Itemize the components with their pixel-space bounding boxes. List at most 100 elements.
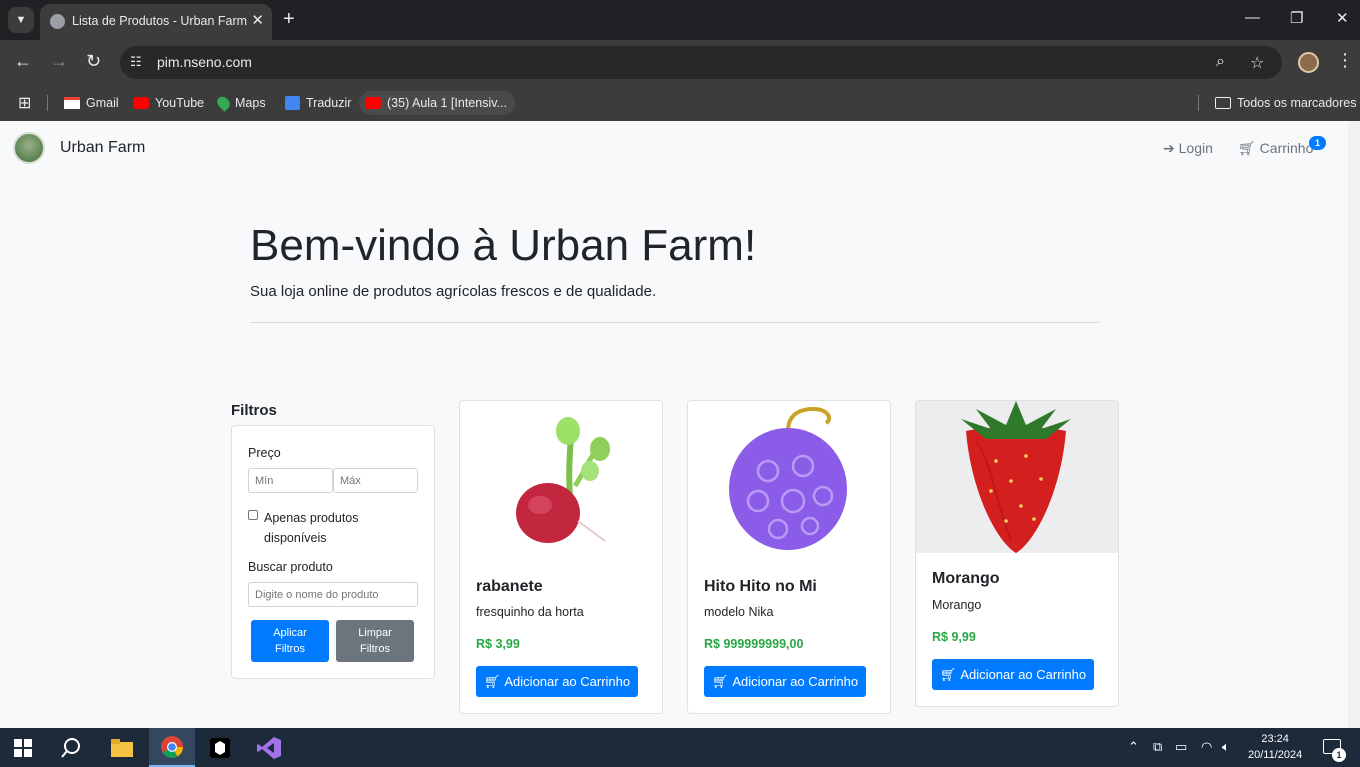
wifi-icon[interactable]: ◠ (1201, 739, 1212, 755)
forward-icon[interactable]: → (50, 51, 68, 72)
add-to-cart-button[interactable]: 🛒︎ Adicionar ao Carrinho (476, 666, 638, 697)
close-tab-icon[interactable]: ✕ (251, 11, 264, 29)
product-card: rabanete fresquinho da horta R$ 3,99 🛒︎ … (459, 400, 663, 714)
close-window-button[interactable]: ✕ (1336, 9, 1349, 27)
reload-icon[interactable]: ↻ (86, 51, 101, 72)
search-icon (61, 737, 80, 758)
apps-grid-icon[interactable]: ⊞ (18, 91, 31, 115)
sign-in-icon: ➔ (1163, 140, 1175, 156)
product-price: R$ 999999999,00 (704, 637, 804, 651)
bookmark-label: Traduzir (306, 96, 352, 110)
browser-menu-icon[interactable]: ⋮ (1336, 50, 1354, 71)
search-button[interactable] (48, 728, 94, 767)
notification-count-badge: 1 (1332, 748, 1346, 762)
product-price: R$ 3,99 (476, 637, 520, 651)
page-content: Urban Farm ➔ Login 🛒︎ Carrinho 1 Bem-vin… (0, 121, 1348, 728)
product-image (916, 401, 1118, 553)
terminal-app-button[interactable] (197, 728, 243, 767)
clock-date: 20/11/2024 (1248, 749, 1303, 761)
hero-subtitle: Sua loja online de produtos agrícolas fr… (250, 283, 657, 300)
restore-button[interactable]: ❐ (1290, 9, 1303, 27)
urban-farm-logo[interactable] (13, 132, 45, 164)
gmail-icon (64, 97, 80, 109)
bookmark-maps[interactable]: Maps (214, 91, 266, 115)
login-link[interactable]: ➔ Login (1163, 140, 1213, 157)
tab-search-button[interactable]: ▼ (8, 7, 34, 33)
start-button[interactable] (0, 728, 46, 767)
translate-icon (285, 96, 300, 110)
address-bar[interactable]: ☷ pim.nseno.com ⌕ ☆ (120, 46, 1282, 79)
battery-icon[interactable]: ▭ (1175, 739, 1187, 755)
bookmark-star-icon[interactable]: ☆ (1250, 53, 1264, 73)
site-info-icon[interactable]: ☷ (130, 54, 142, 70)
cart-icon: 🛒︎ (483, 673, 501, 689)
product-description: fresquinho da horta (476, 605, 584, 619)
product-description: modelo Nika (704, 605, 774, 619)
filters-panel: Preço Apenas produtos disponíveis Buscar… (231, 425, 435, 679)
folder-icon (111, 738, 133, 757)
bookmark-gmail[interactable]: Gmail (64, 91, 119, 115)
chrome-icon (161, 735, 183, 758)
windows-icon (14, 738, 32, 757)
new-tab-button[interactable]: + (283, 8, 295, 31)
profile-avatar[interactable] (1298, 52, 1319, 73)
bookmark-label: Maps (235, 96, 266, 110)
cart-icon: 🛒︎ (1238, 140, 1256, 156)
product-card: Morango Morango R$ 9,99 🛒︎ Adicionar ao … (915, 400, 1119, 707)
bookmark-youtube[interactable]: YouTube (133, 91, 204, 115)
minimize-button[interactable]: — (1245, 9, 1260, 26)
terminal-icon (210, 737, 230, 758)
price-label: Preço (248, 446, 281, 460)
chevron-up-icon[interactable]: ⌃ (1128, 739, 1139, 755)
chrome-button[interactable] (149, 728, 195, 767)
product-card: Hito Hito no Mi modelo Nika R$ 999999999… (687, 400, 891, 714)
navbar-brand[interactable]: Urban Farm (60, 139, 145, 157)
maps-icon (214, 94, 233, 112)
clock-time: 23:24 (1261, 733, 1289, 745)
bookmark-translate[interactable]: Traduzir (285, 91, 351, 115)
back-icon[interactable]: ← (14, 51, 32, 72)
file-explorer-button[interactable] (99, 728, 145, 767)
hero-title: Bem-vindo à Urban Farm! (250, 221, 757, 270)
cart-count-badge: 1 (1309, 136, 1326, 150)
all-bookmarks-label: Todos os marcadores (1237, 96, 1357, 110)
url-text[interactable]: pim.nseno.com (157, 54, 252, 70)
bookmark-aula[interactable]: (35) Aula 1 [Intensiv... (359, 91, 515, 115)
divider (250, 322, 1099, 323)
browser-tab[interactable]: Lista de Produtos - Urban Farm ✕ (40, 4, 272, 40)
bookmark-label: Gmail (86, 96, 119, 110)
system-clock[interactable]: 23:24 20/11/2024 (1248, 731, 1302, 763)
product-description: Morango (932, 598, 982, 612)
bookmark-divider (47, 95, 48, 111)
clear-filters-button[interactable]: Limpar Filtros (336, 620, 414, 662)
visual-studio-icon (257, 736, 281, 759)
zoom-icon[interactable]: ⌕ (1216, 53, 1225, 71)
product-price: R$ 9,99 (932, 630, 976, 644)
product-search-input[interactable] (248, 582, 418, 607)
product-image (460, 401, 662, 553)
product-image (688, 401, 890, 553)
filters-heading: Filtros (231, 402, 277, 419)
page-scrollbar[interactable] (1348, 121, 1360, 728)
product-name: Hito Hito no Mi (704, 578, 817, 595)
add-to-cart-button[interactable]: 🛒︎ Adicionar ao Carrinho (932, 659, 1094, 690)
browser-toolbar: ← → ↻ ☷ pim.nseno.com ⌕ ☆ ⋮ (0, 40, 1360, 85)
bookmark-label: (35) Aula 1 [Intensiv... (387, 96, 507, 110)
apply-filters-button[interactable]: Aplicar Filtros (251, 620, 329, 662)
browser-tab-bar: ▼ Lista de Produtos - Urban Farm ✕ + — ❐… (0, 0, 1360, 40)
available-only-checkbox[interactable] (248, 510, 258, 520)
meet-icon[interactable]: ⧉ (1153, 739, 1162, 755)
visual-studio-button[interactable] (246, 728, 292, 767)
volume-icon[interactable]: 🔈︎ (1222, 739, 1230, 755)
windows-taskbar: ⌃ ⧉ ▭ ◠ 🔈︎ 23:24 20/11/2024 1 (0, 728, 1360, 767)
available-only-label[interactable]: Apenas produtos disponíveis (264, 508, 359, 548)
min-price-input[interactable] (248, 468, 333, 493)
cart-link[interactable]: 🛒︎ Carrinho (1238, 140, 1313, 157)
folder-icon (1215, 97, 1231, 109)
youtube-icon (133, 97, 149, 109)
all-bookmarks[interactable]: Todos os marcadores (1215, 91, 1357, 115)
bookmark-label: YouTube (155, 96, 205, 110)
product-name: rabanete (476, 578, 543, 595)
add-to-cart-button[interactable]: 🛒︎ Adicionar ao Carrinho (704, 666, 866, 697)
max-price-input[interactable] (333, 468, 418, 493)
